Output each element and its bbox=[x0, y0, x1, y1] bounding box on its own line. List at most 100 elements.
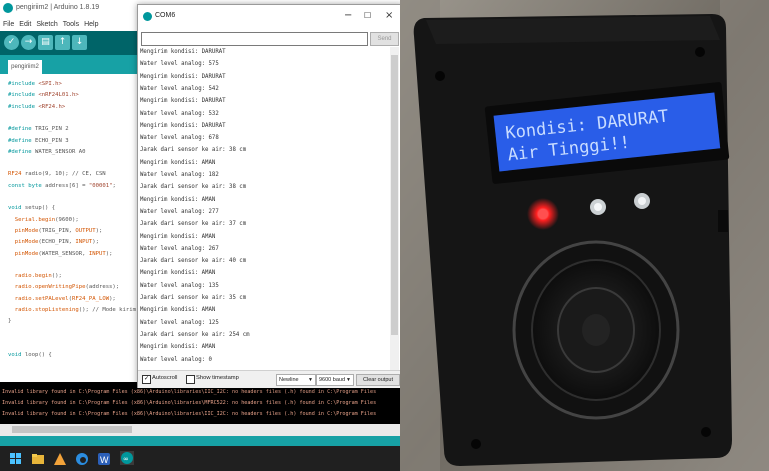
file-explorer-icon[interactable] bbox=[32, 452, 44, 464]
serial-output: Mengirim kondisi: DARURAT Water level ana… bbox=[140, 47, 388, 370]
word-icon[interactable]: W bbox=[98, 452, 110, 465]
timestamp-label: Show timestamp bbox=[196, 375, 239, 381]
scrollbar-thumb[interactable] bbox=[12, 426, 132, 433]
serial-line: Mengirim kondisi: DARURAT bbox=[140, 49, 226, 55]
clear-output-button[interactable]: Clear output bbox=[356, 374, 400, 386]
console-line: Invalid library found in C:\Program File… bbox=[2, 400, 377, 406]
console-scrollbar[interactable] bbox=[0, 424, 400, 436]
ide-statusbar bbox=[0, 436, 400, 446]
code-line: pinMode(TRIG_PIN, OUTPUT); bbox=[14, 227, 103, 234]
close-icon[interactable]: × bbox=[385, 10, 393, 21]
verify-icon[interactable]: ✓ bbox=[4, 35, 19, 50]
serial-line: Mengirim kondisi: AMAN bbox=[140, 270, 216, 277]
serial-scrollbar[interactable] bbox=[390, 47, 399, 370]
maximize-icon[interactable]: ☐ bbox=[364, 11, 371, 20]
baud-select[interactable]: 9600 baud ▼ bbox=[316, 374, 354, 386]
serial-line: Water level analog: 182 bbox=[140, 172, 219, 178]
timestamp-checkbox[interactable] bbox=[186, 375, 195, 384]
send-button[interactable]: Send bbox=[370, 32, 399, 46]
serial-line: Mengirim kondisi: DARURAT bbox=[140, 73, 226, 80]
code-line: } bbox=[8, 318, 12, 325]
serial-line: Jarak dari sensor ke air: 38 cm bbox=[140, 147, 247, 154]
code-line: radio.openWritingPipe(address); bbox=[14, 284, 120, 291]
serial-line: Jarak dari sensor ke air: 254 cm bbox=[140, 331, 250, 338]
new-sketch-icon[interactable]: ▤ bbox=[38, 35, 53, 50]
windows-taskbar: W ∞ bbox=[0, 446, 400, 471]
tab-sketch[interactable]: pengiriim2 bbox=[8, 60, 42, 74]
code-line: radio.stopListening(); // Mode kirim bbox=[14, 307, 137, 313]
device-photo-image: Kondisi: DARURAT Air Tinggi!! bbox=[400, 0, 769, 471]
console-output: Invalid library found in C:\Program File… bbox=[0, 382, 400, 424]
serial-line: Jarak dari sensor ke air: 37 cm bbox=[140, 221, 247, 228]
code-line: pinMode(ECHO_PIN, INPUT); bbox=[14, 239, 99, 246]
serial-line: Mengirim kondisi: AMAN bbox=[140, 233, 216, 240]
device-photo: Kondisi: DARURAT Air Tinggi!! bbox=[400, 0, 769, 471]
serial-title: COM6 bbox=[155, 12, 176, 19]
code-line: radio.setPALevel(RF24_PA_LOW); bbox=[14, 295, 116, 302]
edge-browser-icon[interactable] bbox=[76, 452, 88, 465]
code-line: const byte address[6] = "00001"; bbox=[8, 182, 116, 189]
line-ending-value: Newline bbox=[279, 377, 299, 383]
menu-sketch[interactable]: Sketch bbox=[36, 21, 57, 28]
windows-start-icon[interactable] bbox=[10, 452, 22, 464]
ide-title: pengiriim2 | Arduino 1.8.19 bbox=[16, 4, 100, 11]
code-line: void loop() { bbox=[8, 352, 52, 359]
serial-line: Water level analog: 575 bbox=[140, 61, 219, 68]
svg-text:W: W bbox=[100, 455, 109, 465]
baud-value: 9600 baud bbox=[319, 377, 345, 383]
code-line: #define TRIG_PIN 2 bbox=[8, 126, 69, 133]
console-line: Invalid library found in C:\Program File… bbox=[2, 389, 377, 395]
serial-line: Mengirim kondisi: AMAN bbox=[140, 159, 216, 166]
code-line: #include <nRF24L01.h> bbox=[8, 92, 79, 99]
menu-help[interactable]: Help bbox=[84, 21, 98, 28]
autoscroll-label: Autoscroll bbox=[152, 375, 178, 381]
menu-file[interactable]: File bbox=[3, 21, 14, 28]
code-line: #include <RF24.h> bbox=[8, 103, 66, 110]
chevron-down-icon: ▼ bbox=[346, 377, 351, 383]
serial-line: Jarak dari sensor ke air: 38 cm bbox=[140, 184, 247, 191]
serial-line: Mengirim kondisi: AMAN bbox=[140, 307, 216, 314]
store-icon[interactable] bbox=[54, 452, 66, 465]
code-line: radio.begin(); bbox=[14, 273, 62, 280]
serial-monitor-window: COM6 − ☐ × Send Mengirim kondisi: DARURA… bbox=[137, 4, 403, 388]
code-line: pinMode(WATER_SENSOR, INPUT); bbox=[14, 250, 113, 257]
code-line: Serial.begin(9600); bbox=[14, 216, 79, 223]
autoscroll-checkbox[interactable]: ✓ bbox=[142, 375, 151, 384]
serial-line: Mengirim kondisi: DARURAT bbox=[140, 98, 226, 105]
serial-bottom-bar: ✓ Autoscroll Show timestamp Newline ▼ 96… bbox=[138, 370, 402, 388]
serial-line: Water level analog: 678 bbox=[140, 135, 219, 142]
menu-edit[interactable]: Edit bbox=[19, 21, 31, 28]
serial-line: Water level analog: 542 bbox=[140, 85, 219, 92]
line-ending-select[interactable]: Newline ▼ bbox=[276, 374, 316, 386]
code-line: #define WATER_SENSOR A0 bbox=[8, 148, 86, 155]
code-line: RF24 radio(9, 10); // CE, CSN bbox=[8, 171, 106, 178]
code-line: void setup() { bbox=[8, 205, 56, 212]
serial-line: Water level analog: 0 bbox=[140, 356, 212, 363]
arduino-taskbar-icon[interactable]: ∞ bbox=[120, 451, 134, 465]
serial-send-input[interactable] bbox=[141, 32, 368, 46]
code-line: #define ECHO_PIN 3 bbox=[8, 137, 69, 144]
chevron-down-icon: ▼ bbox=[308, 377, 313, 383]
upload-icon[interactable]: → bbox=[21, 35, 36, 50]
menu-tools[interactable]: Tools bbox=[63, 21, 79, 28]
serial-line: Water level analog: 125 bbox=[140, 319, 219, 326]
code-line: #include <SPI.h> bbox=[8, 81, 62, 87]
serial-line: Water level analog: 277 bbox=[140, 208, 219, 215]
scrollbar-thumb[interactable] bbox=[391, 55, 398, 335]
serial-line: Jarak dari sensor ke air: 40 cm bbox=[140, 258, 247, 265]
arduino-logo-icon bbox=[143, 12, 152, 21]
serial-line: Mengirim kondisi: AMAN bbox=[140, 196, 216, 203]
save-icon[interactable]: ↓ bbox=[72, 35, 87, 50]
svg-text:∞: ∞ bbox=[123, 455, 129, 463]
open-icon[interactable]: ↑ bbox=[55, 35, 70, 50]
serial-titlebar: COM6 − ☐ × bbox=[138, 5, 402, 29]
serial-line: Mengirim kondisi: DARURAT bbox=[140, 122, 226, 129]
serial-line: Jarak dari sensor ke air: 35 cm bbox=[140, 295, 247, 301]
arduino-logo-icon bbox=[3, 3, 13, 13]
serial-line: Water level analog: 532 bbox=[140, 110, 219, 117]
serial-line: Water level analog: 135 bbox=[140, 282, 219, 289]
serial-line: Water level analog: 267 bbox=[140, 245, 219, 252]
console-line: Invalid library found in C:\Program File… bbox=[2, 411, 377, 417]
minimize-icon[interactable]: − bbox=[344, 10, 352, 21]
serial-line: Mengirim kondisi: AMAN bbox=[140, 344, 216, 351]
